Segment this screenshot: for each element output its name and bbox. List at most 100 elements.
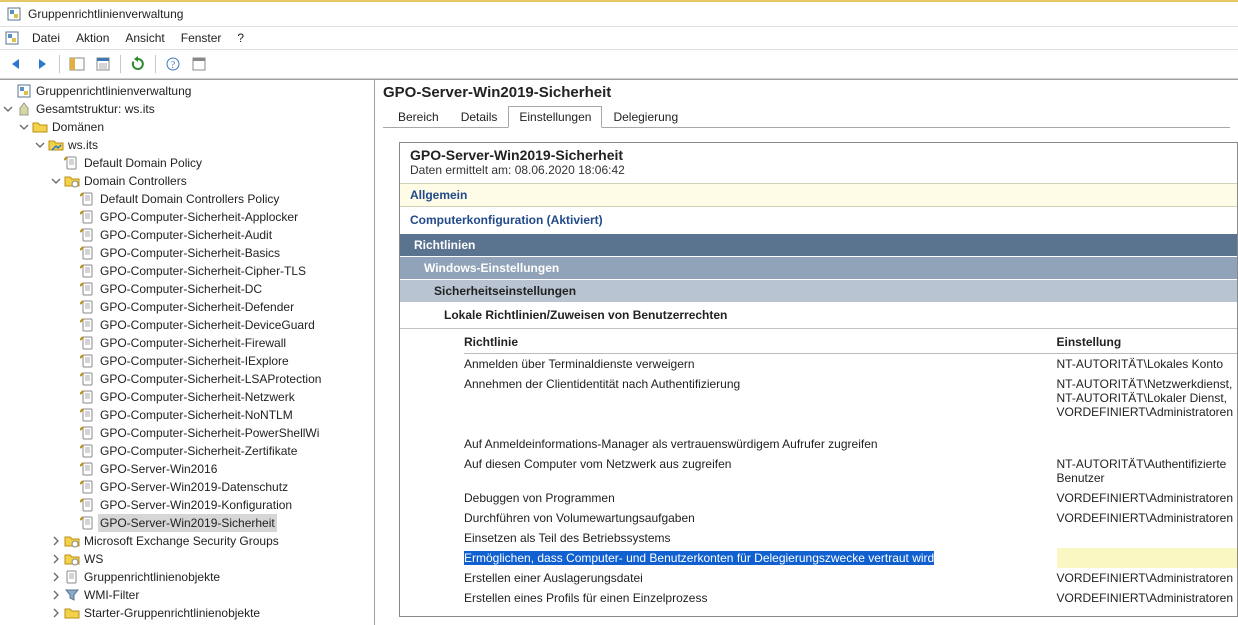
tree-label: GPO-Computer-Sicherheit-Firewall (98, 334, 288, 352)
tree-gpo-link[interactable]: Default Domain Controllers Policy (0, 190, 374, 208)
report-scroll[interactable]: GPO-Server-Win2019-Sicherheit Daten ermi… (375, 128, 1238, 625)
refresh-button[interactable] (126, 52, 150, 76)
tree-gpo-link[interactable]: GPO-Computer-Sicherheit-Firewall (0, 334, 374, 352)
extra-button[interactable] (187, 52, 211, 76)
expand-spacer (64, 299, 80, 315)
forward-button[interactable] (30, 52, 54, 76)
tree-gpo-link[interactable]: GPO-Computer-Sicherheit-DeviceGuard (0, 316, 374, 334)
gpo-link-icon (80, 461, 96, 477)
menu-help[interactable]: ? (229, 29, 252, 47)
expand-icon[interactable] (48, 533, 64, 549)
tree-gpo-link[interactable]: GPO-Server-Win2019-Datenschutz (0, 478, 374, 496)
tree-forest[interactable]: Gesamtstruktur: ws.its (0, 100, 374, 118)
report-general-link[interactable]: Allgemein (400, 183, 1237, 207)
table-row[interactable]: Auf diesen Computer vom Netzwerk aus zug… (464, 454, 1237, 488)
policy-cell: Erstellen einer Auslagerungsdatei (464, 568, 1057, 588)
expand-spacer (64, 515, 80, 531)
gpo-link-icon (80, 281, 96, 297)
tree-gpo-link[interactable]: GPO-Computer-Sicherheit-Netzwerk (0, 388, 374, 406)
app-title: Gruppenrichtlinienverwaltung (28, 7, 183, 21)
tree-ou[interactable]: Domain Controllers (0, 172, 374, 190)
tree-label: GPO-Computer-Sicherheit-Audit (98, 226, 274, 244)
expand-icon[interactable] (48, 173, 64, 189)
gpo-title: GPO-Server-Win2019-Sicherheit (383, 84, 1230, 101)
tree-root[interactable]: Gruppenrichtlinienverwaltung (0, 82, 374, 100)
table-row[interactable]: Durchführen von VolumewartungsaufgabenVO… (464, 508, 1237, 528)
app-icon (6, 6, 22, 22)
tree-gpo-link[interactable]: GPO-Server-Win2019-Sicherheit (0, 514, 374, 532)
tab-details[interactable]: Details (450, 106, 509, 128)
gpo-link-icon (80, 191, 96, 207)
ou-icon (64, 173, 80, 189)
report-h1[interactable]: Richtlinien (400, 233, 1237, 256)
tree-gpo-link[interactable]: GPO-Computer-Sicherheit-LSAProtection (0, 370, 374, 388)
expand-icon[interactable] (48, 605, 64, 621)
ou-icon (64, 533, 80, 549)
domain-icon (48, 137, 64, 153)
properties-button[interactable] (91, 52, 115, 76)
tabs: Bereich Details Einstellungen Delegierun… (383, 105, 1230, 128)
expand-spacer (64, 497, 80, 513)
tree-item[interactable]: Gruppenrichtlinienobjekte (0, 568, 374, 586)
expand-spacer (64, 407, 80, 423)
table-row[interactable]: Erstellen einer AuslagerungsdateiVORDEFI… (464, 568, 1237, 588)
tree-item[interactable]: Microsoft Exchange Security Groups (0, 532, 374, 550)
tab-einstellungen[interactable]: Einstellungen (508, 106, 602, 128)
tree-gpo-link[interactable]: GPO-Computer-Sicherheit-IExplore (0, 352, 374, 370)
menu-fenster[interactable]: Fenster (173, 29, 230, 47)
expand-icon[interactable] (0, 101, 16, 117)
tree-gpo-link[interactable]: GPO-Server-Win2016 (0, 460, 374, 478)
gpo-link-icon (80, 353, 96, 369)
tree-gpo-link[interactable]: GPO-Computer-Sicherheit-NoNTLM (0, 406, 374, 424)
tree-label: Domänen (50, 118, 106, 136)
tree-pane[interactable]: GruppenrichtlinienverwaltungGesamtstrukt… (0, 80, 375, 625)
tab-bereich[interactable]: Bereich (387, 106, 450, 128)
tree-gpo-link[interactable]: GPO-Computer-Sicherheit-Basics (0, 244, 374, 262)
show-hide-tree-button[interactable] (65, 52, 89, 76)
table-row[interactable]: Erstellen eines Profils für einen Einzel… (464, 588, 1237, 608)
tree-label: WS (82, 550, 105, 568)
tree-gpo-link[interactable]: GPO-Computer-Sicherheit-Cipher-TLS (0, 262, 374, 280)
right-pane: GPO-Server-Win2019-Sicherheit Bereich De… (375, 80, 1238, 625)
help-button[interactable]: ? (161, 52, 185, 76)
table-row[interactable]: Annehmen der Clientidentität nach Authen… (464, 374, 1237, 422)
menu-datei[interactable]: Datei (24, 29, 68, 47)
tree-domain[interactable]: ws.its (0, 136, 374, 154)
expand-icon[interactable] (48, 569, 64, 585)
tree-gpo-link[interactable]: GPO-Computer-Sicherheit-Defender (0, 298, 374, 316)
table-row[interactable]: Anmelden über Terminaldienste verweigern… (464, 354, 1237, 375)
tab-delegierung[interactable]: Delegierung (602, 106, 689, 128)
tree-item[interactable]: Starter-Gruppenrichtlinienobjekte (0, 604, 374, 622)
tree-gpo-link[interactable]: Default Domain Policy (0, 154, 374, 172)
menu-aktion[interactable]: Aktion (68, 29, 117, 47)
report-h3[interactable]: Sicherheitseinstellungen (400, 279, 1237, 302)
tree-gpo-link[interactable]: GPO-Computer-Sicherheit-DC (0, 280, 374, 298)
expand-icon[interactable] (48, 587, 64, 603)
policy-cell: Debuggen von Programmen (464, 488, 1057, 508)
report-compconf-link[interactable]: Computerkonfiguration (Aktiviert) (400, 207, 1237, 233)
report-h2[interactable]: Windows-Einstellungen (400, 256, 1237, 279)
back-button[interactable] (4, 52, 28, 76)
tree-gpo-link[interactable]: GPO-Computer-Sicherheit-Zertifikate (0, 442, 374, 460)
report-h4[interactable]: Lokale Richtlinien/Zuweisen von Benutzer… (400, 302, 1237, 329)
expand-icon[interactable] (32, 137, 48, 153)
tree-gpo-link[interactable]: GPO-Computer-Sicherheit-Audit (0, 226, 374, 244)
tree-domains[interactable]: Domänen (0, 118, 374, 136)
expand-spacer (64, 461, 80, 477)
tree-gpo-link[interactable]: GPO-Computer-Sicherheit-PowerShellWi (0, 424, 374, 442)
tree-gpo-link[interactable]: GPO-Computer-Sicherheit-Applocker (0, 208, 374, 226)
table-row[interactable]: Auf Anmeldeinformations-Manager als vert… (464, 434, 1237, 454)
tree-item[interactable]: WS (0, 550, 374, 568)
expand-spacer (64, 227, 80, 243)
expand-icon[interactable] (16, 119, 32, 135)
setting-cell: NT-AUTORITÄT\Authentifizierte Benutzer (1057, 454, 1238, 488)
table-row[interactable]: Ermöglichen, dass Computer- und Benutzer… (464, 548, 1237, 568)
tree-gpo-link[interactable]: GPO-Server-Win2019-Konfiguration (0, 496, 374, 514)
system-menu-icon[interactable] (4, 30, 20, 46)
menu-ansicht[interactable]: Ansicht (117, 29, 172, 47)
tree-item[interactable]: WMI-Filter (0, 586, 374, 604)
setting-header: Einstellung (1057, 329, 1238, 354)
expand-icon[interactable] (48, 551, 64, 567)
table-row[interactable]: Debuggen von ProgrammenVORDEFINIERT\Admi… (464, 488, 1237, 508)
table-row[interactable]: Einsetzen als Teil des Betriebssystems (464, 528, 1237, 548)
